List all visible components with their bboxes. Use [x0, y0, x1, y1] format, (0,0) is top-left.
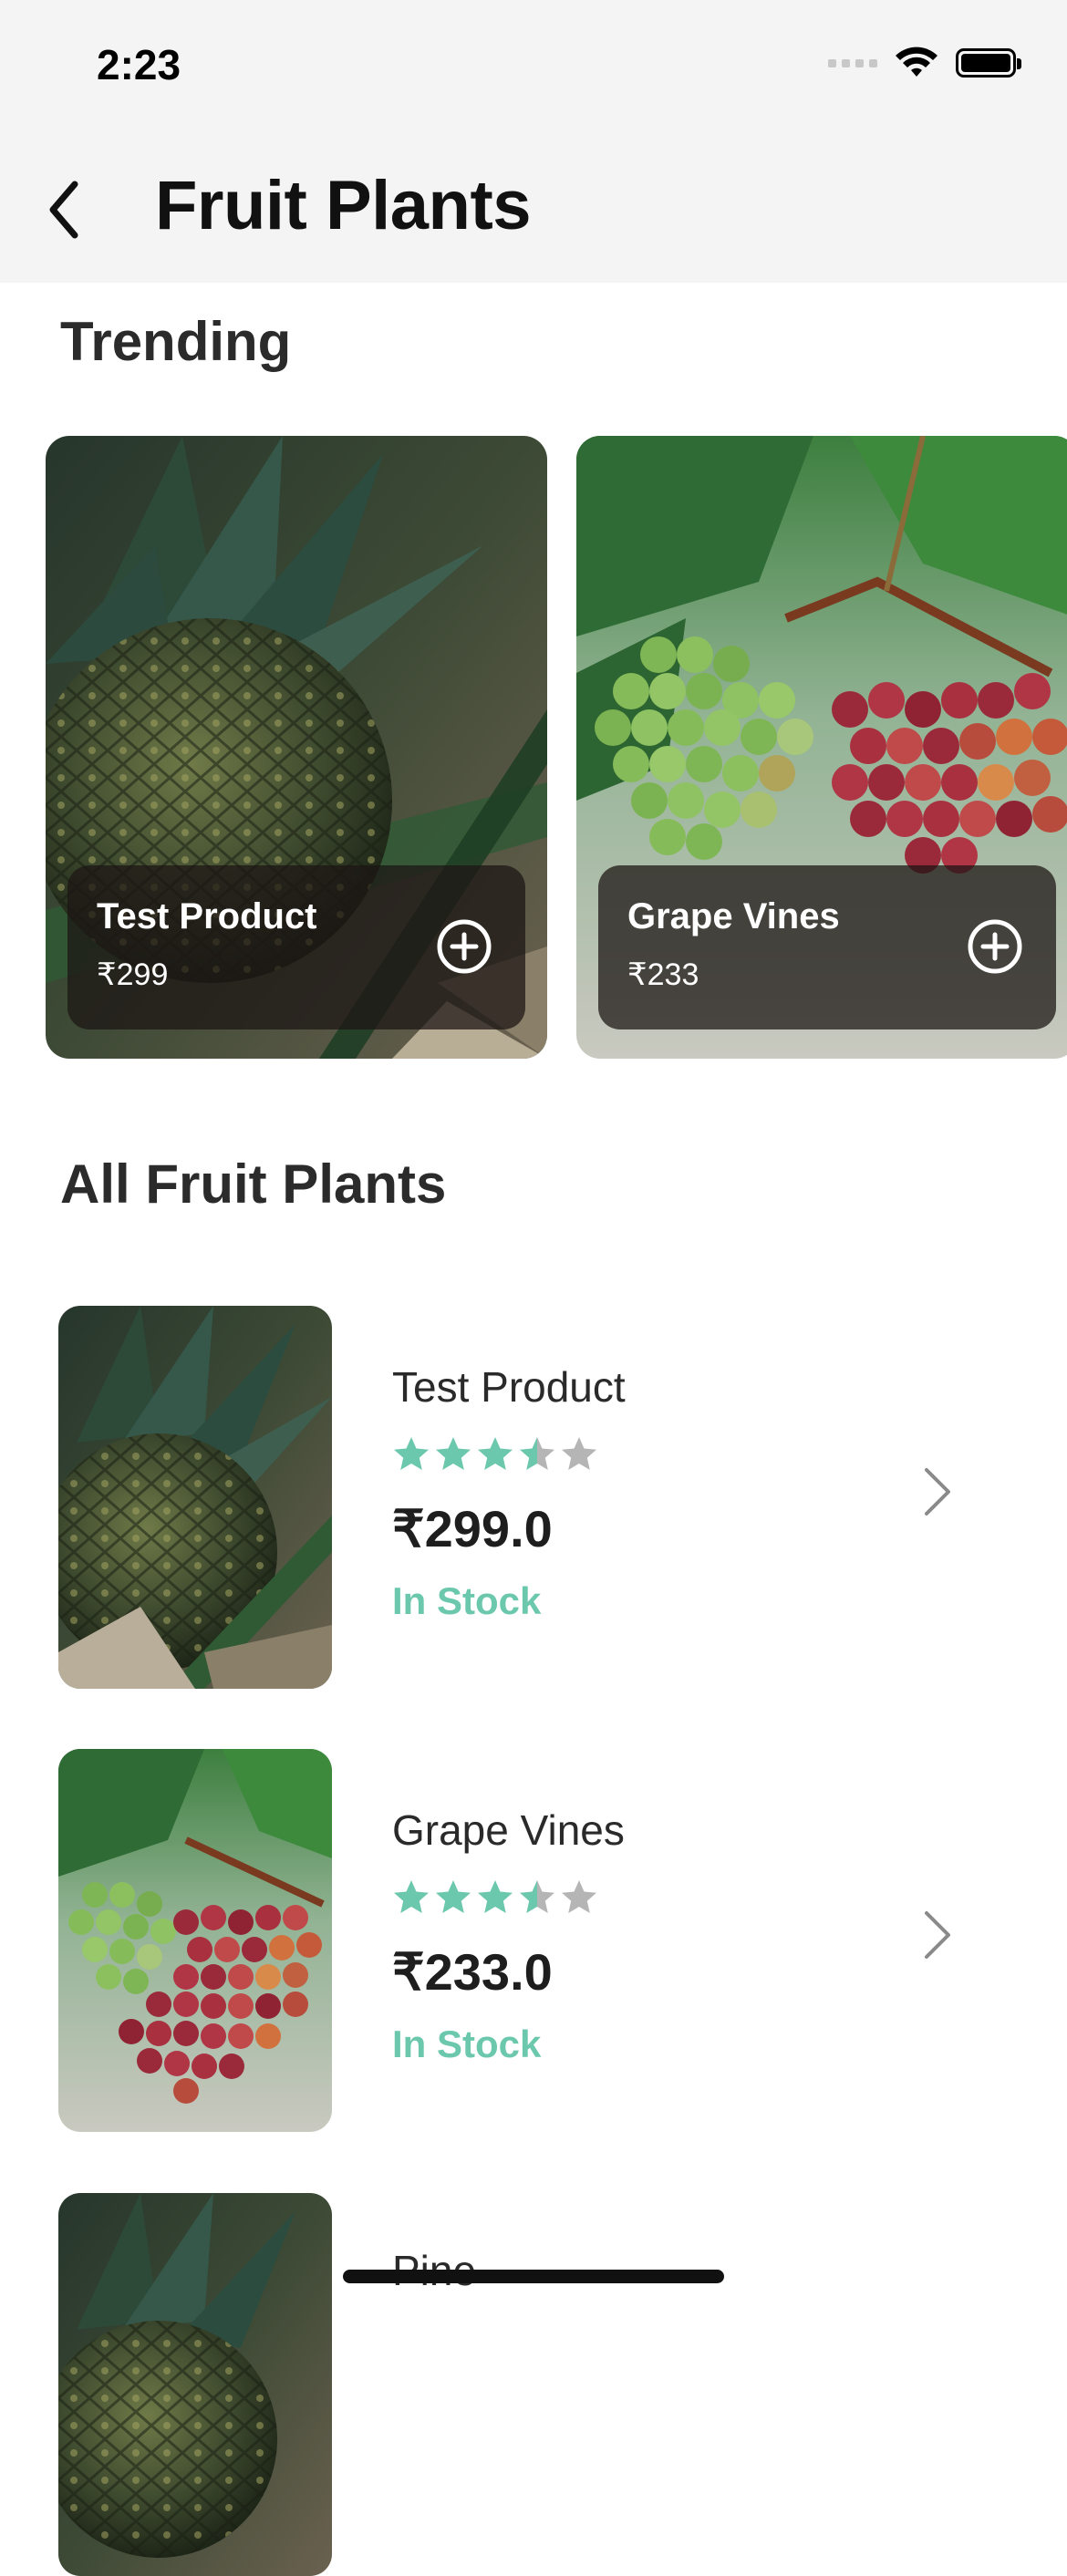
stock-status: In Stock: [392, 2023, 542, 2065]
home-indicator: [343, 2270, 724, 2283]
rating-stars: [392, 1435, 598, 1474]
trending-card-overlay: Test Product ₹299: [67, 865, 525, 1029]
all-plants-section-title: All Fruit Plants: [60, 1154, 447, 1215]
product-thumbnail: [58, 1749, 332, 2132]
product-price: ₹299.0: [392, 1500, 553, 1557]
product-thumbnail: [58, 2193, 332, 2576]
signal-icon: [828, 58, 877, 67]
trending-card-name: Grape Vines: [627, 896, 840, 936]
star-icon: [478, 1437, 513, 1470]
star-icon: [478, 1880, 513, 1913]
nav-bar: Fruit Plants: [0, 137, 1067, 283]
product-name: Grape Vines: [392, 1806, 625, 1854]
plus-circle-icon[interactable]: [967, 918, 1023, 975]
stock-status: In Stock: [392, 1579, 542, 1622]
product-name: Test Product: [392, 1363, 626, 1411]
star-icon: [520, 1880, 554, 1913]
star-icon: [436, 1437, 471, 1470]
trending-card-test-product[interactable]: Test Product ₹299: [46, 436, 547, 1059]
list-item-test-product[interactable]: Test Product ₹299.0 In Stock: [58, 1306, 1007, 1689]
star-icon: [394, 1880, 429, 1913]
list-item-pine[interactable]: Pine: [58, 2193, 1007, 2576]
status-bar: 2:23: [0, 0, 1067, 137]
status-time: 2:23: [97, 41, 181, 88]
trending-card-price: ₹299: [97, 957, 169, 992]
trending-card-grape-vines[interactable]: Grape Vines ₹233: [576, 436, 1067, 1059]
rating-stars: [392, 1878, 598, 1917]
battery-icon: [956, 48, 1021, 78]
star-icon: [562, 1437, 596, 1470]
star-icon: [520, 1437, 554, 1470]
page-title: Fruit Plants: [155, 167, 532, 244]
star-icon: [394, 1437, 429, 1470]
star-icon: [436, 1880, 471, 1913]
plus-circle-icon[interactable]: [436, 918, 492, 975]
product-thumbnail: [58, 1306, 332, 1689]
chevron-right-icon[interactable]: [919, 1908, 956, 1962]
trending-card-price: ₹233: [627, 957, 699, 992]
trending-card-name: Test Product: [97, 896, 317, 936]
back-chevron-icon: [49, 181, 78, 239]
wifi-icon: [896, 47, 938, 77]
trending-section-title: Trending: [60, 311, 292, 372]
star-icon: [562, 1880, 596, 1913]
back-button[interactable]: [36, 173, 91, 246]
trending-card-overlay: Grape Vines ₹233: [598, 865, 1056, 1029]
status-icons: [828, 46, 1021, 80]
list-item-grape-vines[interactable]: Grape Vines ₹233.0 In Stock: [58, 1749, 1007, 2132]
chevron-right-icon[interactable]: [919, 1464, 956, 1519]
product-price: ₹233.0: [392, 1943, 553, 2001]
